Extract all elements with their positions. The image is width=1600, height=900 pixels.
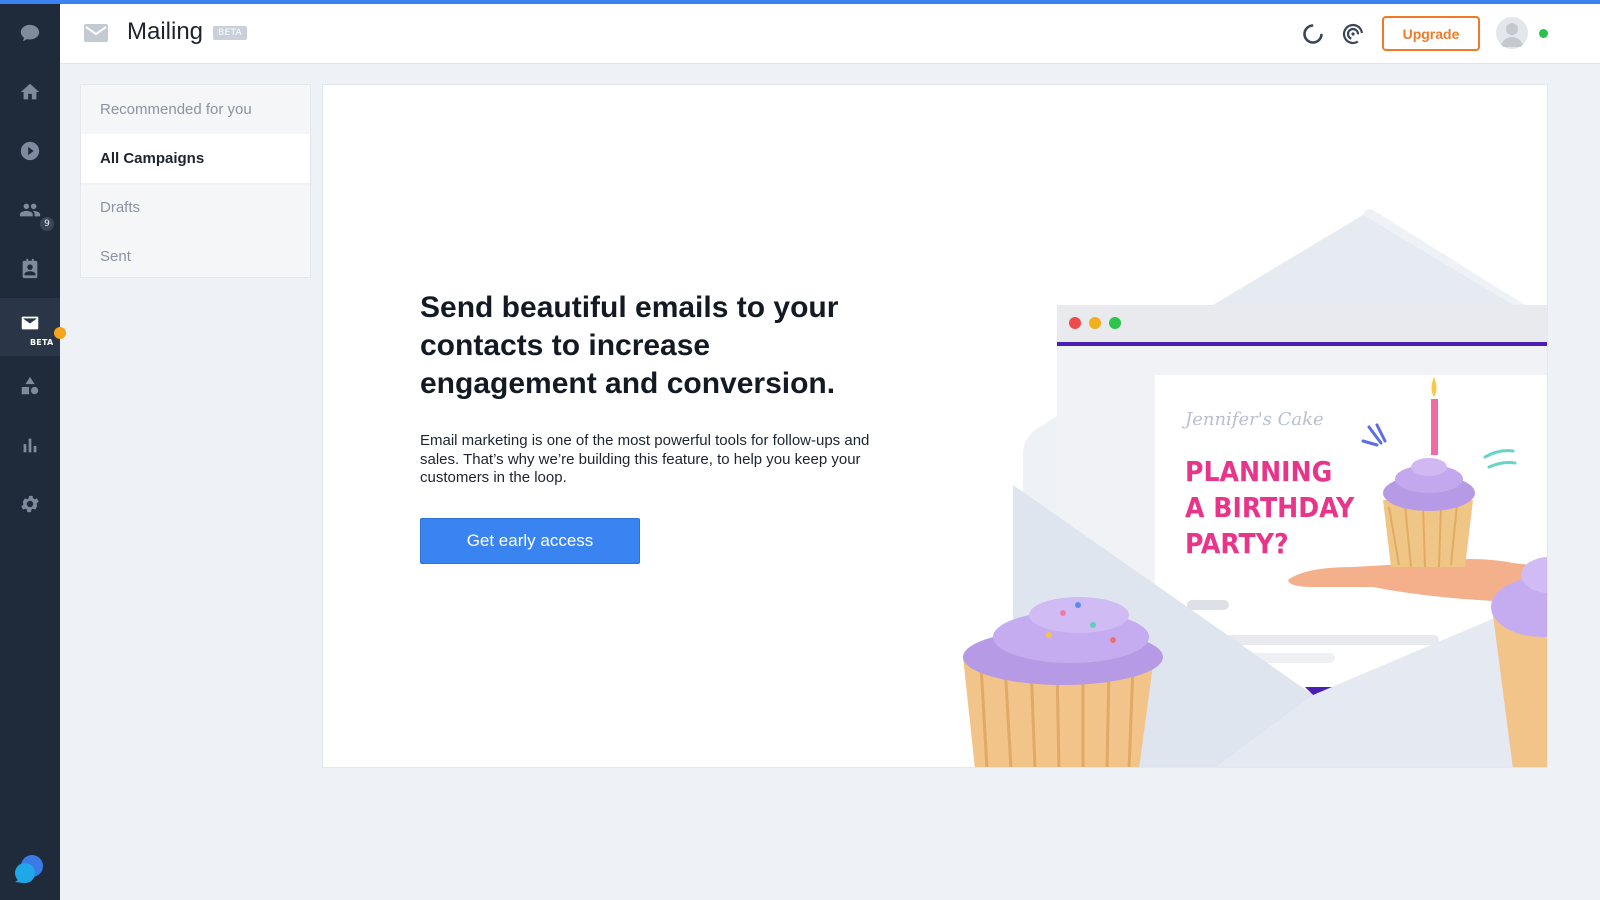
mailing-new-dot (54, 327, 66, 339)
nav-address-book[interactable] (0, 240, 60, 298)
jennifers-cake-brand: Jennifer's Cake (1181, 409, 1324, 430)
subnav-drafts[interactable]: Drafts (81, 183, 310, 232)
nav-home[interactable] (0, 63, 60, 121)
address-book-icon (22, 258, 38, 279)
beta-badge: BETA (213, 26, 248, 40)
contacts-icon (19, 203, 41, 217)
chat-icon (20, 24, 40, 42)
upgrade-button[interactable]: Upgrade (1382, 16, 1480, 51)
mailing-header-icon (84, 24, 108, 42)
nav-settings[interactable] (0, 475, 60, 533)
user-silhouette-icon (1501, 23, 1523, 47)
brand-logo[interactable] (13, 852, 47, 886)
left-nav: 9 BETA (0, 0, 60, 900)
subnav-recommended[interactable]: Recommended for you (81, 85, 310, 134)
nav-chat[interactable] (0, 4, 60, 62)
home-icon (20, 83, 40, 100)
subnav-all-campaigns[interactable]: All Campaigns (81, 134, 310, 183)
top-header: Mailing BETA Upgrade (60, 4, 1600, 64)
page-title: Mailing (127, 18, 204, 45)
campaigns-subnav: Recommended for you All Campaigns Drafts… (80, 84, 311, 278)
empty-state-card: Send beautiful emails to your contacts t… (322, 84, 1548, 768)
top-accent-bar (0, 0, 1600, 4)
mailing-icon (21, 316, 39, 330)
nav-contacts[interactable]: 9 (0, 181, 60, 239)
broadcast-icon[interactable] (1341, 22, 1365, 46)
nav-mailing[interactable]: BETA (0, 298, 60, 356)
online-status-dot (1539, 29, 1548, 38)
play-icon (20, 141, 40, 161)
shapes-icon (21, 376, 39, 395)
mailing-beta-tag: BETA (30, 338, 54, 347)
settings-icon (21, 495, 39, 513)
nav-reports[interactable] (0, 416, 60, 474)
subnav-sent[interactable]: Sent (81, 232, 310, 281)
email-headline-line-3: PARTY? (1185, 527, 1289, 560)
email-illustration: Jennifer's Cake PLANNING A BIRTHDAY PART… (963, 209, 1547, 767)
nav-integrations[interactable] (0, 357, 60, 415)
email-headline-line-2: A BIRTHDAY (1185, 491, 1355, 524)
empty-state-headline: Send beautiful emails to your contacts t… (420, 291, 839, 400)
contacts-count-badge: 9 (40, 217, 54, 231)
nav-play[interactable] (0, 122, 60, 180)
avatar[interactable] (1496, 17, 1528, 49)
empty-state-description: Email marketing is one of the most power… (420, 432, 870, 486)
get-early-access-button[interactable]: Get early access (420, 518, 640, 564)
bar-chart-icon (23, 438, 37, 453)
loading-circle-icon[interactable] (1301, 22, 1325, 46)
email-headline-line-1: PLANNING (1185, 455, 1332, 488)
